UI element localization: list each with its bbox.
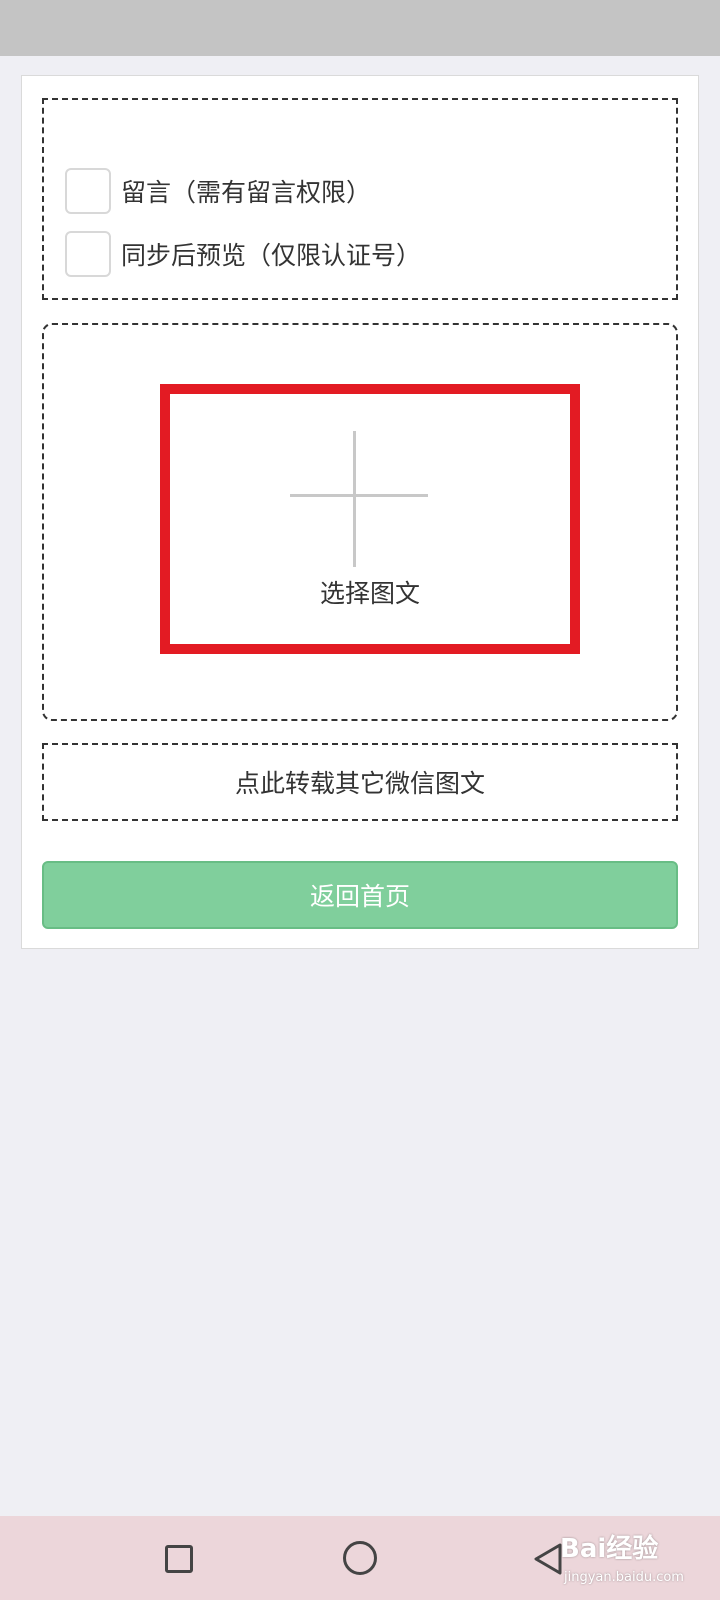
circle-icon[interactable] [343,1541,377,1575]
options-box: 留言（需有留言权限） 同步后预览（仅限认证号） [42,98,678,300]
comment-option[interactable]: 留言（需有留言权限） [65,166,371,216]
comment-option-label: 留言（需有留言权限） [121,178,372,207]
back-to-home-button[interactable]: 返回首页 [42,861,678,929]
upload-box: 选择图文 [42,323,678,721]
select-article-button[interactable]: 选择图文 [160,384,580,654]
comment-checkbox[interactable] [65,168,111,214]
preview-option[interactable]: 同步后预览（仅限认证号） [65,229,421,279]
select-article-label: 选择图文 [319,579,420,608]
repost-wechat-article-link[interactable]: 点此转载其它微信图文 [42,743,678,821]
content-card: 留言（需有留言权限） 同步后预览（仅限认证号） 选择图文 点此转载其它微信图文 … [21,75,699,949]
watermark-url: jingyan.baidu.com [564,1570,684,1585]
watermark: Bai经验 jingyan.baidu.com [560,1516,710,1596]
status-bar [0,0,720,56]
preview-checkbox[interactable] [65,231,111,277]
watermark-brand: Bai经验 [560,1534,659,1564]
preview-option-label: 同步后预览（仅限认证号） [121,241,422,270]
square-icon[interactable] [165,1545,193,1573]
